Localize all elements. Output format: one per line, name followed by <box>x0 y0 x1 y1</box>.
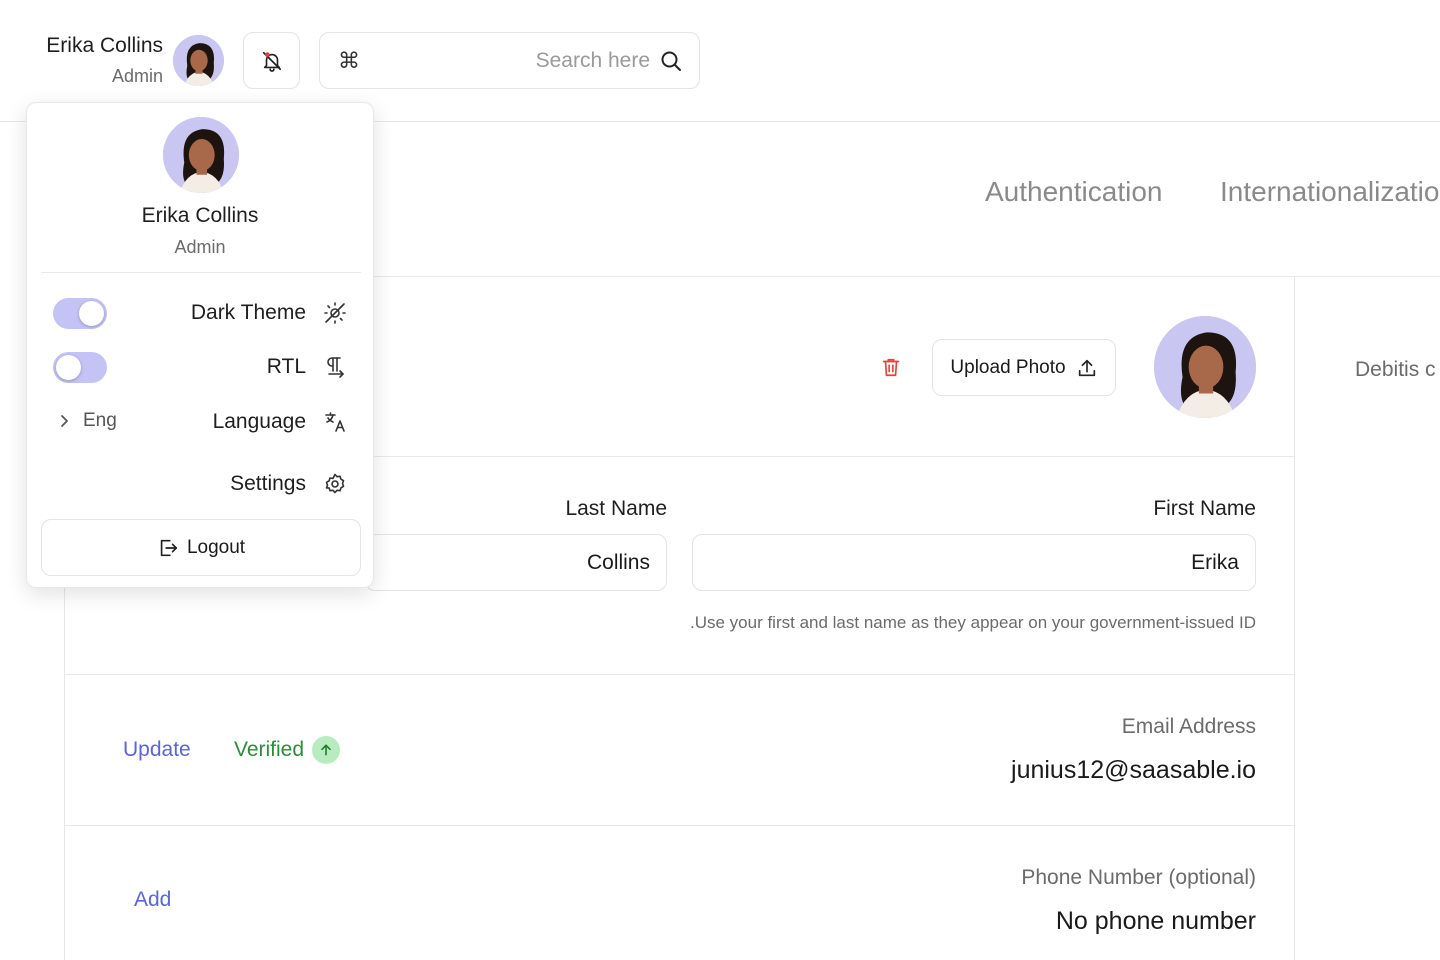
name-hint: .Use your first and last name as they ap… <box>689 613 1256 632</box>
rtl-label: RTL <box>266 355 306 378</box>
toggle-knob <box>79 301 104 326</box>
language-value: Eng <box>83 410 117 431</box>
email-label: Email Address <box>1121 715 1256 738</box>
settings-label[interactable]: Settings <box>230 472 306 496</box>
update-email-link[interactable]: Update <box>123 738 191 762</box>
logout-label: Logout <box>186 536 246 558</box>
tab-authentication[interactable]: Authentication <box>985 176 1162 208</box>
divider <box>65 674 1294 675</box>
bell-notification-icon <box>262 51 281 72</box>
upload-photo-button[interactable]: Upload Photo <box>932 339 1116 396</box>
language-select[interactable]: Eng <box>59 410 117 432</box>
search-input[interactable] <box>380 43 650 79</box>
logout-button[interactable]: Logout <box>41 519 361 576</box>
last-name-label: Last Name <box>565 497 667 520</box>
first-name-input[interactable] <box>692 534 1256 591</box>
email-value: junius12@saasable.io <box>1011 756 1256 784</box>
add-phone-link[interactable]: Add <box>134 888 171 912</box>
dark-theme-label: Dark Theme <box>190 301 306 324</box>
logout-icon <box>160 539 178 556</box>
divider <box>65 825 1294 826</box>
text-direction-icon <box>327 357 344 378</box>
chevron-right-icon <box>61 415 68 427</box>
verified-label: Verified <box>234 738 305 761</box>
language-icon <box>325 412 345 432</box>
tab-internationalization[interactable]: Internationalization <box>1220 176 1440 208</box>
arrow-up-circle-icon <box>312 736 341 764</box>
avatar-photo-icon <box>1154 316 1256 418</box>
verified-badge: Verified <box>234 736 341 764</box>
notifications-button[interactable] <box>243 32 300 89</box>
avatar <box>163 117 239 193</box>
trash-icon[interactable] <box>880 355 902 379</box>
avatar[interactable] <box>173 35 224 86</box>
profile-photo <box>1154 316 1256 418</box>
last-name-input[interactable] <box>365 534 667 591</box>
profile-dropdown: Erika Collins Admin Dark Theme RTL Eng L… <box>26 102 374 588</box>
first-name-label: First Name <box>1153 497 1256 520</box>
upload-icon <box>1078 359 1095 376</box>
divider <box>41 272 361 273</box>
avatar-photo-icon <box>163 117 239 193</box>
dropdown-user-name: Erika Collins <box>141 204 259 227</box>
dark-theme-toggle[interactable] <box>53 298 107 329</box>
sun-off-icon <box>324 302 346 324</box>
command-icon: ⌘ <box>338 48 360 73</box>
dropdown-user-role: Admin <box>174 237 226 257</box>
rtl-toggle[interactable] <box>53 352 107 383</box>
language-label: Language <box>212 410 306 433</box>
search-bar[interactable]: ⌘ <box>319 32 700 89</box>
side-panel-text: Debitis c <box>1355 358 1436 381</box>
avatar-photo-icon <box>173 35 224 86</box>
phone-value: No phone number <box>1055 907 1256 935</box>
header-user-name: Erika Collins <box>46 34 163 57</box>
header-user-role: Admin <box>111 66 163 86</box>
search-icon[interactable] <box>659 49 683 73</box>
toggle-knob <box>56 355 81 380</box>
phone-label: Phone Number (optional) <box>1021 866 1256 889</box>
gear-icon[interactable] <box>323 472 347 496</box>
upload-photo-label: Upload Photo <box>950 356 1066 378</box>
